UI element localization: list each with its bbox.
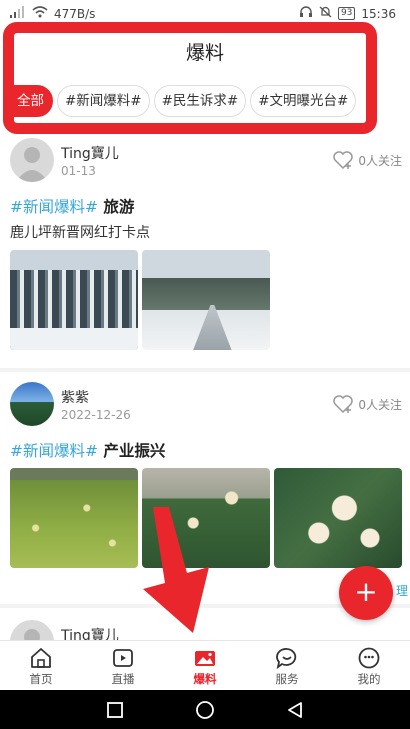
status-bar: 477B/s 93 15:36 <box>0 0 410 28</box>
nav-label: 服务 <box>275 672 299 686</box>
topic-title: 旅游 <box>103 198 135 216</box>
network-speed: 477B/s <box>54 6 96 21</box>
post-image[interactable] <box>142 250 270 350</box>
tab-civility-exposure[interactable]: #文明曝光台# <box>250 85 357 117</box>
avatar[interactable] <box>10 620 54 640</box>
user-name[interactable]: 紫紫 <box>61 387 89 407</box>
nav-service[interactable]: 服务 <box>246 641 328 690</box>
follow-count: 0人关注 <box>358 397 402 412</box>
home-icon <box>31 648 51 668</box>
post-date: 2022-12-26 <box>61 408 131 422</box>
user-name[interactable]: Ting寶儿 <box>61 625 119 640</box>
tab-news-tipoff[interactable]: #新闻爆料# <box>57 85 150 117</box>
nav-label: 爆料 <box>193 672 217 686</box>
recents-icon[interactable] <box>106 701 124 719</box>
smile-icon <box>358 647 380 669</box>
play-icon <box>113 649 133 667</box>
mute-icon <box>319 6 332 21</box>
bottom-navigation: 首页 直播 爆料 服务 我的 <box>0 640 410 690</box>
post-card[interactable]: Ting寶儿 01-13 0人关注 #新闻爆料# 旅游 鹿儿坪新晋网红打卡点 <box>0 134 410 372</box>
nav-label: 直播 <box>111 672 135 686</box>
app-screen: 477B/s 93 15:36 爆料 全部 #新闻爆料# #民生诉求# #文明曝… <box>0 0 410 729</box>
nav-mine[interactable]: 我的 <box>328 641 410 690</box>
back-icon[interactable] <box>286 701 304 719</box>
tab-all[interactable]: 全部 <box>14 85 53 117</box>
page-title: 爆料 <box>185 42 224 64</box>
category-tabs: 全部 #新闻爆料# #民生诉求# #文明曝光台# <box>14 84 357 118</box>
post-image[interactable] <box>274 468 402 568</box>
follow-count: 0人关注 <box>358 153 402 168</box>
home-circle-icon[interactable] <box>195 700 215 720</box>
battery-indicator: 93 <box>337 7 356 20</box>
nav-label: 我的 <box>357 672 381 686</box>
headset-icon <box>299 6 313 21</box>
avatar[interactable] <box>10 382 54 426</box>
post-topic: #新闻爆料# 产业振兴 <box>10 439 165 461</box>
user-name[interactable]: Ting寶儿 <box>61 143 119 163</box>
post-image[interactable] <box>142 468 270 568</box>
topic-tag[interactable]: #新闻爆料# <box>10 442 98 460</box>
chat-icon <box>276 648 297 670</box>
nav-home[interactable]: 首页 <box>0 641 82 690</box>
add-post-button[interactable]: + <box>339 566 393 620</box>
avatar[interactable] <box>10 138 54 182</box>
heart-plus-icon <box>333 151 354 170</box>
topic-tag[interactable]: #新闻爆料# <box>10 198 98 216</box>
follow-button[interactable]: 0人关注 <box>332 150 402 170</box>
tab-livelihood[interactable]: #民生诉求# <box>153 85 247 117</box>
partial-label: 理 <box>396 584 409 598</box>
picture-icon <box>195 651 215 666</box>
follow-button[interactable]: 0人关注 <box>332 394 402 414</box>
post-image[interactable] <box>10 250 138 350</box>
heart-plus-icon <box>333 395 354 414</box>
nav-live[interactable]: 直播 <box>82 641 164 690</box>
nav-tipoff[interactable]: 爆料 <box>164 641 246 690</box>
post-image[interactable] <box>10 468 138 568</box>
signal-icon <box>10 6 26 21</box>
post-topic: #新闻爆料# 旅游 <box>10 195 134 217</box>
topic-title: 产业振兴 <box>103 442 166 460</box>
clock: 15:36 <box>361 6 396 21</box>
wifi-icon <box>32 6 48 21</box>
post-date: 01-13 <box>61 164 96 178</box>
system-navigation-bar <box>0 690 410 729</box>
nav-label: 首页 <box>29 672 53 686</box>
post-text: 鹿儿坪新晋网红打卡点 <box>10 225 150 241</box>
